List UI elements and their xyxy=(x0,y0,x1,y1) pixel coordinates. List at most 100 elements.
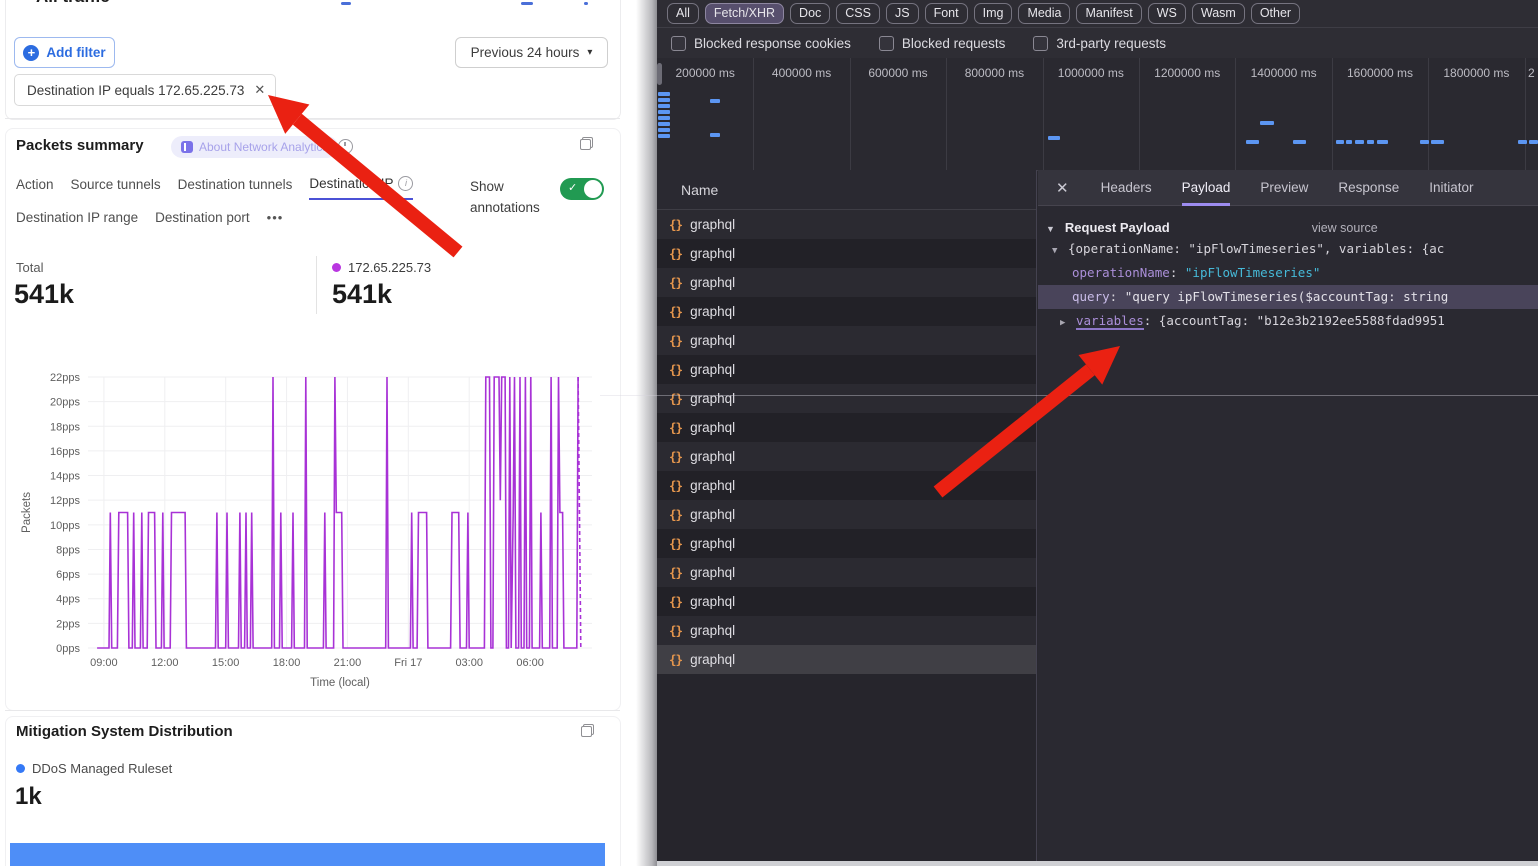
caret-right-icon[interactable]: ▶ xyxy=(1060,311,1076,333)
network-timeline-overview[interactable]: 200000 ms400000 ms600000 ms800000 ms1000… xyxy=(657,58,1538,171)
payload-row-operationName[interactable]: operationName: "ipFlowTimeseries" xyxy=(1038,261,1538,285)
view-source-link[interactable]: view source xyxy=(1312,221,1378,235)
collapse-caret-icon[interactable]: ▼ xyxy=(1046,224,1055,234)
timeline-request-mark xyxy=(658,116,670,120)
filter-chip-css[interactable]: CSS xyxy=(836,3,880,24)
tab-destination-ip-range[interactable]: Destination IP range xyxy=(16,210,138,232)
checkbox-icon[interactable] xyxy=(879,36,894,51)
packets-summary-title: Packets summary xyxy=(16,137,144,154)
request-list: Name {}graphql{}graphql{}graphql{}graphq… xyxy=(657,170,1037,862)
svg-text:10pps: 10pps xyxy=(50,520,80,532)
info-icon: i xyxy=(398,176,413,191)
svg-text:14pps: 14pps xyxy=(50,471,80,483)
request-name: graphql xyxy=(690,623,735,638)
request-row-9[interactable]: {}graphql xyxy=(657,471,1036,500)
request-row-6[interactable]: {}graphql xyxy=(657,384,1036,413)
request-row-13[interactable]: {}graphql xyxy=(657,587,1036,616)
request-row-3[interactable]: {}graphql xyxy=(657,297,1036,326)
checkbox-3rd-party-requests[interactable]: 3rd-party requests xyxy=(1033,36,1166,51)
filter-chip[interactable]: Destination IP equals 172.65.225.73 ✕ xyxy=(14,74,276,106)
request-row-14[interactable]: {}graphql xyxy=(657,616,1036,645)
checkbox-icon[interactable] xyxy=(1033,36,1048,51)
filter-chip-font[interactable]: Font xyxy=(925,3,968,24)
request-row-2[interactable]: {}graphql xyxy=(657,268,1036,297)
book-icon xyxy=(181,141,193,153)
caret-down-icon[interactable]: ▼ xyxy=(1052,239,1068,261)
detail-tab-headers[interactable]: Headers xyxy=(1101,170,1152,206)
request-name: graphql xyxy=(690,246,735,261)
request-row-5[interactable]: {}graphql xyxy=(657,355,1036,384)
more-tabs-button[interactable]: ••• xyxy=(267,210,284,232)
request-row-1[interactable]: {}graphql xyxy=(657,239,1036,268)
clipped-toolbar-fragment xyxy=(584,2,588,5)
about-network-analytics-badge[interactable]: About Network Analytics xyxy=(171,136,338,158)
filter-chip-all[interactable]: All xyxy=(667,3,699,24)
tab-action[interactable]: Action xyxy=(16,176,54,200)
filter-chip-manifest[interactable]: Manifest xyxy=(1076,3,1141,24)
timeline-tick: 2 xyxy=(1528,66,1535,80)
request-name: graphql xyxy=(690,362,735,377)
request-row-10[interactable]: {}graphql xyxy=(657,500,1036,529)
filter-chip-media[interactable]: Media xyxy=(1018,3,1070,24)
timeline-handle[interactable] xyxy=(657,63,662,85)
tab-destination-ip[interactable]: Destination IPi xyxy=(309,176,413,200)
remove-filter-icon[interactable]: ✕ xyxy=(254,82,265,98)
clock-icon[interactable] xyxy=(338,139,353,154)
detail-tab-response[interactable]: Response xyxy=(1338,170,1399,206)
screenshot-stitch-line xyxy=(600,395,1538,396)
timeline-gridline xyxy=(946,58,947,170)
checkbox-icon[interactable] xyxy=(671,36,686,51)
timeline-request-mark xyxy=(1336,140,1344,144)
close-icon[interactable]: ✕ xyxy=(1056,179,1069,197)
svg-text:4pps: 4pps xyxy=(56,594,80,606)
request-row-8[interactable]: {}graphql xyxy=(657,442,1036,471)
show-annotations-toggle[interactable]: ✓ xyxy=(560,178,604,200)
checkbox-blocked-requests[interactable]: Blocked requests xyxy=(879,36,1006,51)
filter-chip-other[interactable]: Other xyxy=(1251,3,1300,24)
tab-destination-tunnels[interactable]: Destination tunnels xyxy=(178,176,293,200)
payload-row-query[interactable]: query: "query ipFlowTimeseries($accountT… xyxy=(1038,285,1538,309)
filter-chip-js[interactable]: JS xyxy=(886,3,919,24)
filter-chip-doc[interactable]: Doc xyxy=(790,3,830,24)
request-type-filter-bar: All Fetch/XHR Doc CSS JS Font ImgMedia Manifest… xyxy=(657,0,1538,28)
tab-source-tunnels[interactable]: Source tunnels xyxy=(71,176,161,200)
request-name: graphql xyxy=(690,275,735,290)
time-range-dropdown[interactable]: Previous 24 hours ▾ xyxy=(455,37,608,68)
tab-destination-port[interactable]: Destination port xyxy=(155,210,250,232)
request-row-7[interactable]: {}graphql xyxy=(657,413,1036,442)
name-column-header[interactable]: Name xyxy=(657,170,1036,210)
expand-panel-icon[interactable] xyxy=(580,137,593,150)
request-row-11[interactable]: {}graphql xyxy=(657,529,1036,558)
filter-chip-ws[interactable]: WS xyxy=(1148,3,1186,24)
request-row-0[interactable]: {}graphql xyxy=(657,210,1036,239)
svg-text:Fri 17: Fri 17 xyxy=(394,657,422,669)
detail-tab-payload[interactable]: Payload xyxy=(1182,170,1231,206)
svg-text:16pps: 16pps xyxy=(50,446,80,458)
json-braces-icon: {} xyxy=(669,333,682,348)
timeline-request-mark xyxy=(1529,140,1538,144)
json-braces-icon: {} xyxy=(669,304,682,319)
svg-text:09:00: 09:00 xyxy=(90,657,118,669)
svg-text:12:00: 12:00 xyxy=(151,657,179,669)
payload-view: ▼ Request Payload view source ▼{operatio… xyxy=(1038,206,1538,333)
filter-chip-fetch-xhr[interactable]: Fetch/XHR xyxy=(705,3,784,24)
add-filter-button[interactable]: + Add filter xyxy=(14,37,115,68)
timeline-request-mark xyxy=(1293,140,1306,144)
timeline-request-mark xyxy=(1048,136,1060,140)
timeline-gridline xyxy=(1139,58,1140,170)
request-row-4[interactable]: {}graphql xyxy=(657,326,1036,355)
filter-chip-img[interactable]: Img xyxy=(974,3,1013,24)
expand-panel-icon[interactable] xyxy=(581,724,594,737)
request-row-15[interactable]: {}graphql xyxy=(657,645,1036,674)
filter-chip-wasm[interactable]: Wasm xyxy=(1192,3,1245,24)
window-bottom-edge xyxy=(657,861,1538,866)
detail-tab-preview[interactable]: Preview xyxy=(1260,170,1308,206)
detail-tab-initiator[interactable]: Initiator xyxy=(1429,170,1473,206)
request-row-12[interactable]: {}graphql xyxy=(657,558,1036,587)
timeline-tick: 200000 ms xyxy=(676,66,735,80)
payload-preview-line[interactable]: ▼{operationName: "ipFlowTimeseries", var… xyxy=(1038,237,1538,261)
svg-text:15:00: 15:00 xyxy=(212,657,240,669)
checkbox-blocked-response-cookies[interactable]: Blocked response cookies xyxy=(671,36,851,51)
payload-row-variables[interactable]: ▶variables: {accountTag: "b12e3b2192ee55… xyxy=(1038,309,1538,333)
timeline-request-mark xyxy=(658,104,670,108)
